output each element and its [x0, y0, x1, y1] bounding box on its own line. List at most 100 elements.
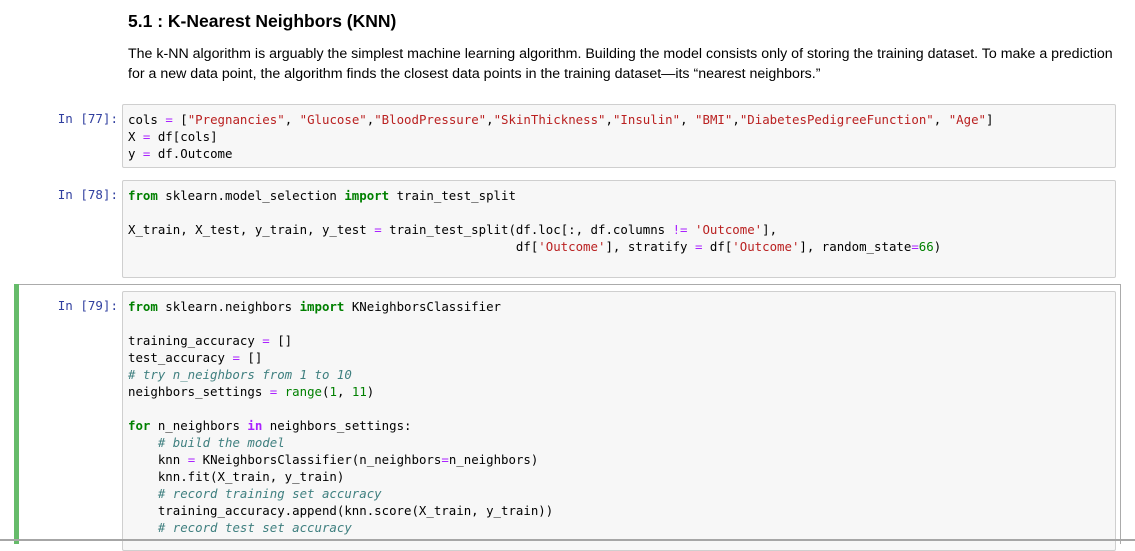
code-token: = [262, 333, 270, 348]
code-token: df.Outcome [150, 146, 233, 161]
code-token: n_neighbors [150, 418, 248, 433]
cell-prompt: In [77]: [57, 111, 118, 126]
code-token: knn.fit(X_train, y_train) [128, 469, 345, 484]
code-line: X = df[cols] [128, 129, 218, 144]
code-token: # try n_neighbors from 1 to 10 [128, 367, 352, 382]
code-token: = [441, 452, 449, 467]
code-token: knn [128, 452, 188, 467]
code-token: = [232, 350, 240, 365]
code-line: from sklearn.neighbors import KNeighbors… [128, 299, 501, 314]
code-token: [] [239, 350, 263, 365]
code-token: range [284, 384, 322, 399]
code-token: "Age" [948, 112, 987, 127]
code-token: for [128, 418, 151, 433]
code-input-area[interactable]: from sklearn.model_selection import trai… [122, 180, 1116, 278]
code-token: df[cols] [150, 129, 218, 144]
code-line: knn = KNeighborsClassifier(n_neighbors=n… [128, 452, 539, 467]
code-token: KNeighborsClassifier [344, 299, 502, 314]
code-token: from [128, 188, 158, 203]
code-line: from sklearn.model_selection import trai… [128, 188, 516, 203]
code-token: != [672, 222, 688, 237]
code-token: df[ [128, 239, 539, 254]
code-token: X_train, X_test, y_train, y_test [128, 222, 375, 237]
code-token: , [336, 384, 352, 399]
code-token: , [486, 112, 494, 127]
code-token: , [732, 112, 740, 127]
code-token: = [165, 112, 173, 127]
code-token: 1 [329, 384, 337, 399]
code-editor[interactable]: from sklearn.model_selection import trai… [123, 181, 1115, 261]
code-token: 'Outcome' [538, 239, 606, 254]
code-line: # try n_neighbors from 1 to 10 [128, 367, 352, 382]
selected-cell-indicator [14, 284, 19, 544]
code-token: ], random_state [799, 239, 912, 254]
cell-prompt: In [79]: [57, 298, 118, 313]
code-token: 'Outcome' [694, 222, 763, 237]
code-token: # build the model [157, 435, 285, 450]
code-token: "DiabetesPedigreeFunction" [739, 112, 934, 127]
code-line: # record training set accuracy [128, 486, 382, 501]
code-line: df['Outcome'], stratify = df['Outcome'],… [128, 239, 941, 254]
code-token: , [933, 112, 949, 127]
code-line: training_accuracy.append(knn.score(X_tra… [128, 503, 553, 518]
code-token: test_accuracy [128, 350, 233, 365]
code-token: ) [366, 384, 375, 399]
code-token: n_neighbors) [448, 452, 539, 467]
code-line: for n_neighbors in neighbors_settings: [128, 418, 412, 433]
code-token: training_accuracy.append(knn.score(X_tra… [128, 503, 554, 518]
code-token: train_test_split [389, 188, 516, 203]
code-token: "SkinThickness" [493, 112, 606, 127]
cell-prompt: In [78]: [57, 187, 118, 202]
code-token: sklearn.neighbors [157, 299, 300, 314]
code-token: in [247, 418, 263, 433]
code-token: [] [269, 333, 293, 348]
code-token: KNeighborsClassifier(n_neighbors [195, 452, 442, 467]
code-line: # build the model [128, 435, 285, 450]
code-token: # record test set accuracy [157, 520, 352, 535]
code-token: "BMI" [695, 112, 733, 127]
code-token: = [911, 239, 919, 254]
code-input-area[interactable]: from sklearn.neighbors import KNeighbors… [122, 291, 1116, 551]
code-token: X [128, 129, 143, 144]
code-token: ) [933, 239, 942, 254]
code-line: X_train, X_test, y_train, y_test = train… [128, 222, 777, 237]
code-line: knn.fit(X_train, y_train) [128, 469, 345, 484]
code-token: train_test_split(df.loc[:, df.columns [381, 222, 673, 237]
code-token: y [128, 146, 143, 161]
code-token: 11 [351, 384, 367, 399]
code-token: ], [762, 222, 778, 237]
code-token: training_accuracy [128, 333, 263, 348]
code-line: y = df.Outcome [128, 146, 232, 161]
code-token: sklearn.model_selection [157, 188, 345, 203]
code-line: # record test set accuracy [128, 520, 352, 535]
code-token: df[ [702, 239, 733, 254]
code-token: neighbors_settings [128, 384, 270, 399]
code-line: neighbors_settings = range(1, 11) [128, 384, 374, 399]
code-token: 66 [918, 239, 934, 254]
code-token: 'Outcome' [732, 239, 800, 254]
code-token: import [299, 299, 345, 314]
code-token: "Glucose" [299, 112, 367, 127]
code-token: "Pregnancies" [187, 112, 285, 127]
code-token: , [680, 112, 696, 127]
code-token: ] [986, 112, 994, 127]
code-editor[interactable]: from sklearn.neighbors import KNeighbors… [123, 292, 1115, 542]
code-token: , [605, 112, 613, 127]
code-token: neighbors_settings: [262, 418, 412, 433]
code-editor[interactable]: cols = ["Pregnancies", "Glucose","BloodP… [123, 105, 1115, 168]
code-token: "Insulin" [612, 112, 681, 127]
code-token: = [374, 222, 382, 237]
code-token: cols [128, 112, 166, 127]
section-paragraph: The k-NN algorithm is arguably the simpl… [128, 46, 1113, 82]
code-line: training_accuracy = [] [128, 333, 292, 348]
code-token: # record training set accuracy [157, 486, 382, 501]
code-token: from [128, 299, 158, 314]
section-heading: 5.1 : K-Nearest Neighbors (KNN) [128, 11, 397, 31]
code-token: ], stratify [605, 239, 695, 254]
code-input-area[interactable]: cols = ["Pregnancies", "Glucose","BloodP… [122, 104, 1116, 168]
